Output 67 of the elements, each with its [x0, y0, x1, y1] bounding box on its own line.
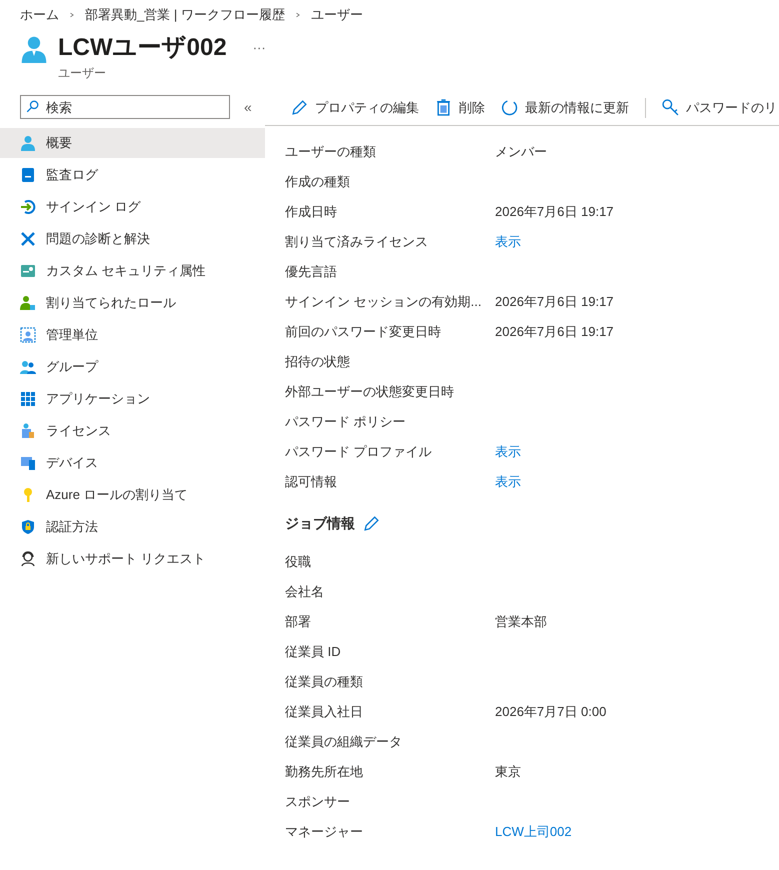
pencil-icon[interactable]: [363, 514, 380, 532]
property-link[interactable]: 表示: [495, 232, 521, 252]
property-value: 2026年7月6日 19:17: [495, 293, 614, 312]
toolbar-button[interactable]: 削除: [435, 98, 485, 118]
search-icon: [26, 100, 39, 113]
support-person-icon: [20, 551, 36, 567]
property-label: 勤務先所在地: [285, 763, 364, 782]
page-subtitle: ユーザー: [58, 65, 107, 82]
property-label: 従業員入社日: [285, 703, 364, 722]
property-value: 2026年7月7日 0:00: [495, 703, 606, 722]
property-label: マネージャー: [285, 823, 364, 842]
property-label: パスワード プロファイル: [285, 443, 433, 462]
property-value: メンバー: [495, 143, 547, 162]
chevron-icon: [294, 11, 301, 19]
property-label: 会社名: [285, 583, 325, 602]
property-label: サインイン セッションの有効期...: [285, 293, 482, 312]
property-label: 従業員の種類: [285, 673, 364, 692]
property-label: 従業員の組織データ: [285, 733, 403, 752]
search-field[interactable]: 検索: [20, 95, 230, 119]
property-label: 割り当て済みライセンス: [285, 233, 429, 252]
property-label: 作成日時: [285, 203, 338, 222]
toolbar-button[interactable]: パスワードのリ: [662, 98, 777, 118]
refresh-icon: [501, 99, 518, 116]
property-label: 招待の状態: [285, 353, 351, 372]
property-link[interactable]: 表示: [495, 472, 521, 492]
breadcrumb-link[interactable]: ユーザー: [310, 5, 363, 25]
property-label: ユーザーの種類: [285, 143, 377, 162]
section-heading: ジョブ情報: [285, 514, 355, 532]
sign-in-icon: [20, 199, 36, 215]
user-icon: [20, 135, 36, 151]
admin-unit-icon: [20, 327, 36, 343]
trash-icon: [435, 99, 452, 116]
collapse-button[interactable]: «: [244, 96, 252, 118]
property-label: 従業員 ID: [285, 643, 342, 662]
grid-icon: [20, 391, 36, 407]
shield-lock-icon: [20, 519, 36, 535]
property-value: 2026年7月6日 19:17: [495, 323, 614, 342]
sidebar-item[interactable]: 概要: [0, 128, 265, 158]
property-label: 役職: [285, 553, 312, 572]
device-icon: [20, 455, 36, 471]
property-label: 部署: [285, 613, 312, 632]
property-label: 優先言語: [285, 263, 338, 282]
toolbar-button[interactable]: プロパティの編集: [291, 98, 419, 118]
property-label: 認可情報: [285, 473, 338, 492]
card-icon: [20, 263, 36, 279]
property-value: 東京: [495, 763, 521, 782]
property-label: 前回のパスワード変更日時: [285, 323, 442, 342]
property-link[interactable]: 表示: [495, 442, 521, 462]
property-label: 外部ユーザーの状態変更日時: [285, 383, 455, 402]
book-icon: [20, 167, 36, 183]
license-icon: [20, 423, 36, 439]
breadcrumb-link[interactable]: ホーム: [20, 5, 59, 25]
more-button[interactable]: ···: [252, 38, 266, 58]
page-title: LCWユーザ002: [58, 34, 227, 62]
user-role-icon: [20, 295, 36, 311]
chevron-icon: [69, 11, 75, 19]
group-icon: [20, 359, 36, 375]
property-label: スポンサー: [285, 793, 351, 812]
property-link[interactable]: LCW上司002: [495, 822, 572, 842]
pencil-icon: [291, 99, 308, 116]
user-avatar-icon: [20, 34, 48, 64]
property-label: 作成の種類: [285, 173, 351, 192]
breadcrumb-link[interactable]: 部署異動_営業 | ワークフロー履歴: [85, 5, 285, 25]
toolbar-button[interactable]: 最新の情報に更新: [501, 98, 629, 118]
property-value: 2026年7月6日 19:17: [495, 203, 614, 222]
property-label: パスワード ポリシー: [285, 413, 407, 432]
property-value: 営業本部: [495, 613, 547, 632]
